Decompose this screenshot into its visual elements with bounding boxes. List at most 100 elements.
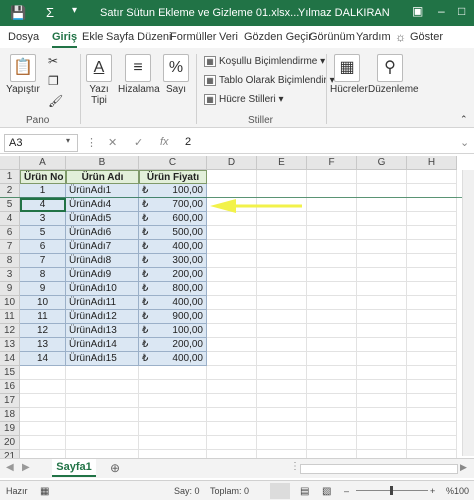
empty-cell[interactable] [357,310,407,324]
empty-cell[interactable] [357,422,407,436]
row-header[interactable]: 11 [0,310,20,324]
more-options-icon[interactable]: ⋮ [290,461,300,472]
row-header[interactable]: 12 [0,324,20,338]
row-header[interactable]: 2 [0,184,20,198]
empty-cell[interactable] [307,352,357,366]
empty-cell[interactable] [207,380,257,394]
row-header[interactable]: 6 [0,226,20,240]
alignment-button[interactable]: ≡ Hizalama [118,54,160,95]
empty-cell[interactable] [357,366,407,380]
table-cell[interactable]: 3 [20,212,66,226]
normal-view-icon[interactable] [270,483,290,499]
empty-cell[interactable] [407,282,457,296]
row-header[interactable]: 3 [0,268,20,282]
table-cell[interactable]: ₺ 700,00 [139,198,207,212]
table-cell[interactable]: ₺ 200,00 [139,338,207,352]
table-header-cell[interactable]: Ürün No [20,170,66,184]
table-cell[interactable]: ÜrünAdı15 [66,352,139,366]
row-header[interactable]: 9 [0,282,20,296]
table-cell[interactable]: 10 [20,296,66,310]
empty-cell[interactable] [307,268,357,282]
empty-cell[interactable] [257,422,307,436]
cells-button[interactable]: ▦ Hücreler [330,54,368,95]
empty-cell[interactable] [257,240,307,254]
zoom-slider-thumb[interactable] [390,486,393,495]
zoom-in-icon[interactable]: + [430,486,435,496]
tab-data[interactable]: Veri [219,31,238,43]
table-cell[interactable]: ₺ 100,00 [139,324,207,338]
table-cell[interactable]: ÜrünAdı12 [66,310,139,324]
empty-cell[interactable] [20,366,66,380]
empty-cell[interactable] [407,296,457,310]
maximize-icon[interactable]: □ [458,4,465,18]
empty-cell[interactable] [139,408,207,422]
empty-cell[interactable] [20,394,66,408]
row-header[interactable]: 7 [0,240,20,254]
empty-cell[interactable] [357,170,407,184]
empty-cell[interactable] [20,422,66,436]
row-header[interactable]: 19 [0,422,20,436]
table-cell[interactable]: ÜrünAdı6 [66,226,139,240]
cut-icon[interactable]: ✂ [48,54,58,68]
empty-cell[interactable] [407,268,457,282]
table-cell[interactable]: 1 [20,184,66,198]
row-header[interactable]: 4 [0,212,20,226]
empty-cell[interactable] [357,198,407,212]
empty-cell[interactable] [307,436,357,450]
collapse-ribbon-icon[interactable]: ⌃ [460,114,468,125]
empty-cell[interactable] [257,170,307,184]
tab-view[interactable]: Görünüm [309,31,355,43]
empty-cell[interactable] [139,394,207,408]
empty-cell[interactable] [307,324,357,338]
empty-cell[interactable] [357,254,407,268]
row-header[interactable]: 5 [0,198,20,212]
empty-cell[interactable] [207,310,257,324]
table-cell[interactable]: ₺ 900,00 [139,310,207,324]
empty-cell[interactable] [66,436,139,450]
number-button[interactable]: % Sayı [162,54,190,95]
row-header[interactable]: 1 [0,170,20,184]
row-header[interactable]: 15 [0,366,20,380]
tab-home[interactable]: Giriş [52,31,78,48]
lightbulb-icon[interactable]: ☼ [395,30,406,44]
empty-cell[interactable] [257,282,307,296]
more-icon[interactable]: ⋮ [86,136,97,149]
cancel-icon[interactable]: ✕ [108,136,117,149]
table-cell[interactable]: ÜrünAdı9 [66,268,139,282]
tab-insert[interactable]: Ekle [82,31,103,43]
row-header[interactable]: 16 [0,380,20,394]
empty-cell[interactable] [407,240,457,254]
empty-cell[interactable] [357,212,407,226]
row-header[interactable]: 20 [0,436,20,450]
empty-cell[interactable] [407,184,457,198]
empty-cell[interactable] [307,170,357,184]
empty-cell[interactable] [357,184,407,198]
conditional-formatting-button[interactable]: ▦ Koşullu Biçimlendirme ▾ [204,56,325,67]
empty-cell[interactable] [307,380,357,394]
empty-cell[interactable] [307,338,357,352]
table-cell[interactable]: 9 [20,282,66,296]
empty-cell[interactable] [407,212,457,226]
empty-cell[interactable] [207,436,257,450]
empty-cell[interactable] [357,338,407,352]
empty-cell[interactable] [407,436,457,450]
table-cell[interactable]: ₺ 300,00 [139,254,207,268]
empty-cell[interactable] [207,240,257,254]
empty-cell[interactable] [357,408,407,422]
empty-cell[interactable] [257,380,307,394]
row-header[interactable]: 14 [0,352,20,366]
paste-button[interactable]: 📋 Yapıştır [6,54,40,95]
empty-cell[interactable] [66,422,139,436]
empty-cell[interactable] [357,352,407,366]
tell-me-button[interactable]: Göster [410,31,443,43]
column-header-c[interactable]: C [139,156,207,170]
empty-cell[interactable] [207,226,257,240]
table-cell[interactable]: ₺ 400,00 [139,352,207,366]
font-button[interactable]: A Yazı Tipi [84,54,114,106]
empty-cell[interactable] [139,380,207,394]
table-cell[interactable]: ₺ 600,00 [139,212,207,226]
tab-page-layout[interactable]: Sayfa Düzeni [106,31,171,43]
table-cell[interactable]: 13 [20,338,66,352]
ribbon-display-icon[interactable]: ▣ [412,4,423,18]
table-cell[interactable]: ÜrünAdı13 [66,324,139,338]
